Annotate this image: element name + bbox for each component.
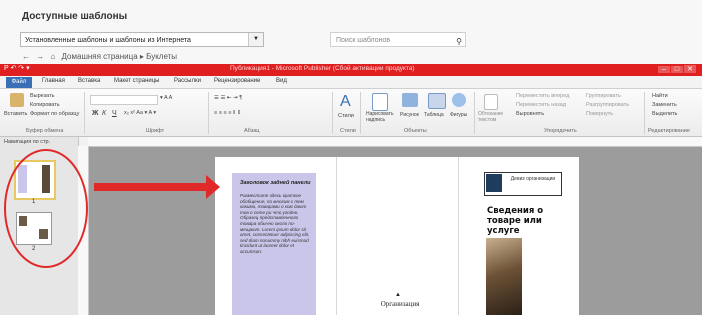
ribbon-divider — [360, 92, 361, 134]
chevron-down-icon[interactable]: ▼ — [248, 33, 263, 46]
back-arrow-icon[interactable]: ← — [22, 52, 30, 61]
tab-file[interactable]: Файл — [6, 77, 32, 88]
ribbon-divider — [474, 92, 475, 134]
table-icon[interactable] — [428, 93, 446, 109]
align-button[interactable]: Выровнять — [516, 111, 544, 117]
styles-icon[interactable]: A — [340, 93, 352, 111]
home-icon[interactable]: ⌂ — [50, 52, 55, 61]
logo-motto[interactable]: Девиз организации — [508, 176, 558, 182]
horizontal-ruler[interactable] — [88, 137, 702, 147]
group-button[interactable]: Группировать — [586, 93, 621, 99]
panel-divider — [336, 157, 337, 315]
tab-view[interactable]: Вид — [276, 78, 287, 84]
tab-home[interactable]: Главная — [42, 78, 65, 84]
replace-button[interactable]: Заменить — [652, 102, 677, 108]
tab-review[interactable]: Рецензирование — [214, 78, 260, 84]
organization-name[interactable]: Организация — [340, 300, 460, 308]
styles-group-label: Стили — [340, 128, 356, 134]
dropdown-value: Установленные шаблоны и шаблоны из Интер… — [25, 37, 191, 44]
clipboard-group-label: Буфер обмена — [26, 128, 64, 134]
objects-group-label: Объекты — [404, 128, 427, 134]
tab-mailings[interactable]: Рассылки — [174, 78, 201, 84]
minimize-icon[interactable]: – — [658, 66, 670, 73]
logo-mark-icon — [486, 174, 502, 192]
table-button[interactable]: Таблица — [424, 112, 444, 118]
picture-button[interactable]: Рисунок — [400, 112, 419, 118]
back-panel-title[interactable]: Заголовок задней панели — [240, 180, 314, 186]
editing-group-label: Редактирование — [648, 128, 690, 134]
org-logo-icon: ▲ — [395, 292, 401, 298]
text-box-icon[interactable] — [372, 93, 388, 111]
shapes-button[interactable]: Фигуры — [450, 112, 467, 118]
maximize-icon[interactable]: □ — [671, 66, 683, 73]
search-placeholder: Поиск шаблонов — [336, 37, 391, 44]
tab-page-layout[interactable]: Макет страницы — [114, 78, 159, 84]
ribbon-divider — [332, 92, 333, 134]
italic-button[interactable]: К — [102, 110, 106, 117]
find-button[interactable]: Найти — [652, 93, 668, 99]
templates-title: Доступные шаблоны — [22, 11, 128, 22]
format-painter-button[interactable]: Формат по образцу — [30, 111, 79, 117]
window-title: Публикация1 - Microsoft Publisher (Сбой … — [230, 65, 415, 72]
annotation-arrow — [94, 183, 210, 191]
ribbon-tabs — [0, 76, 702, 89]
underline-button[interactable]: Ч — [112, 110, 117, 117]
list-buttons[interactable]: ☰ ☰ ⇤ ⇥ ¶ — [214, 95, 242, 101]
breadcrumb[interactable]: Домашняя страница ▸ Буклеты — [62, 52, 178, 61]
product-info-title[interactable]: Сведения о товаре или услуге — [487, 206, 567, 236]
templates-nav-row: ← → ⌂ Домашняя страница ▸ Буклеты — [22, 52, 181, 61]
picture-icon[interactable] — [402, 93, 418, 107]
templates-source-dropdown[interactable]: Установленные шаблоны и шаблоны из Интер… — [20, 32, 264, 47]
tab-insert[interactable]: Вставка — [78, 78, 100, 84]
close-icon[interactable]: ✕ — [684, 65, 696, 73]
paragraph-group-label: Абзац — [244, 128, 260, 134]
back-panel-body[interactable]: Разместите здесь краткое обобщение, по м… — [240, 193, 312, 255]
rotate-button[interactable]: Повернуть — [586, 111, 613, 117]
wrap-text-icon[interactable] — [484, 94, 498, 110]
arrange-group-label: Упорядочить — [544, 128, 577, 134]
align-buttons[interactable]: ≡ ≡ ≡ ≡ ‖ ⇕ — [214, 110, 241, 116]
styles-button[interactable]: Стили — [338, 113, 354, 119]
bring-forward-button[interactable]: Переместить вперед — [516, 93, 569, 99]
annotation-arrow-head — [206, 175, 220, 199]
select-button[interactable]: Выделить — [652, 111, 677, 117]
font-size-stepper[interactable]: ▾ A A — [160, 95, 172, 101]
ribbon-divider — [208, 92, 209, 134]
search-icon[interactable]: ⚲ — [456, 34, 462, 49]
ungroup-button[interactable]: Разгруппировать — [586, 102, 629, 108]
product-photo[interactable] — [486, 238, 522, 315]
cut-button[interactable]: Вырезать — [30, 93, 54, 99]
send-backward-button[interactable]: Переместить назад — [516, 102, 566, 108]
navigation-label: Навигация по стр. — [4, 139, 51, 145]
paste-icon[interactable] — [10, 93, 24, 107]
font-name-field[interactable] — [90, 95, 158, 105]
draw-text-box-button[interactable]: Нарисовать надпись — [366, 111, 396, 123]
copy-button[interactable]: Копировать — [30, 102, 60, 108]
font-group-label: Шрифт — [146, 128, 165, 134]
font-effects-buttons[interactable]: x₂ x² Aa ▾ A ▾ — [124, 110, 156, 116]
shapes-icon[interactable] — [452, 93, 466, 107]
annotation-circle — [4, 149, 88, 268]
window-controls: – □ ✕ — [657, 65, 696, 73]
paste-button[interactable]: Вставить — [4, 111, 27, 117]
bold-button[interactable]: Ж — [92, 110, 98, 117]
templates-search-input[interactable]: Поиск шаблонов ⚲ — [330, 32, 466, 47]
ribbon-divider — [84, 92, 85, 134]
wrap-text-button[interactable]: Обтекание текстом — [478, 111, 508, 123]
quick-access-toolbar[interactable]: P ↶ ↷ ▾ — [4, 64, 30, 72]
forward-arrow-icon[interactable]: → — [36, 52, 44, 61]
ribbon-divider — [644, 92, 645, 134]
panel-divider — [458, 157, 459, 315]
